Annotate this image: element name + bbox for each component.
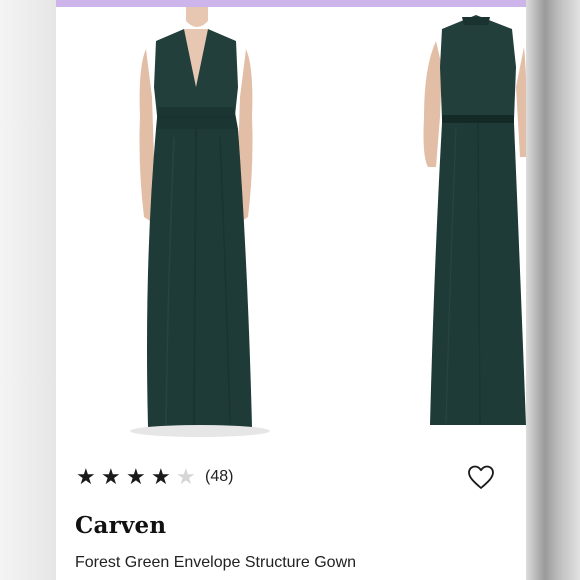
review-count[interactable]: (48) <box>205 464 233 490</box>
rating[interactable]: ★ ★ ★ ★ ★ (48) <box>76 464 233 490</box>
product-image-gallery[interactable] <box>56 7 526 447</box>
star-icon: ★ <box>126 464 146 489</box>
brand-name[interactable]: Carven <box>75 512 166 539</box>
star-icon: ★ <box>151 464 171 489</box>
product-page: ★ ★ ★ ★ ★ (48) Carven Forest Green Envel… <box>56 0 526 580</box>
product-image-back[interactable] <box>416 7 526 447</box>
star-icon: ★ <box>101 464 121 489</box>
star-icon: ★ <box>76 464 96 489</box>
top-accent-bar <box>56 0 526 7</box>
product-title: Forest Green Envelope Structure Gown <box>75 554 357 571</box>
heart-outline-icon <box>468 465 494 489</box>
star-icon: ★ <box>176 464 196 489</box>
background-right <box>526 0 580 580</box>
product-image-front[interactable] <box>116 7 276 447</box>
background-left <box>0 0 56 580</box>
favorite-button[interactable] <box>467 464 495 490</box>
